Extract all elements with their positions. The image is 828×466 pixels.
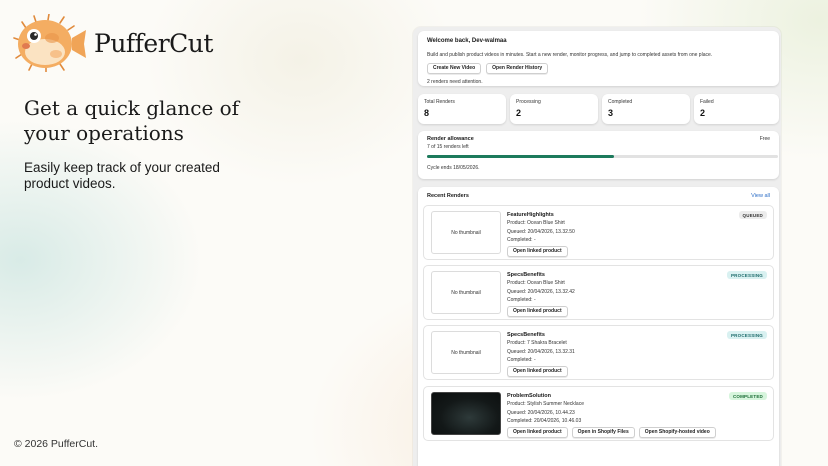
render-queued: Queued: 20/04/2026, 13.32.42 [507,288,575,295]
stat-label: Total Renders [424,99,455,105]
allowance-progress-fill [427,155,615,158]
stat-total-renders: Total Renders 8 [418,94,506,124]
open-linked-product-button[interactable]: Open linked product [507,246,568,258]
open-in-shopify-files-button[interactable]: Open in Shopify Files [571,427,635,439]
stat-value: 3 [608,108,614,118]
thumbnail-placeholder: No thumbnail [431,211,501,254]
attention-notice: 2 renders need attention. [427,79,483,85]
dashboard-panel: Welcome back, Dev-walmaa Build and publi… [413,27,781,466]
stat-completed: Completed 3 [602,94,690,124]
open-shopify-hosted-video-button[interactable]: Open Shopify-hosted video [638,427,716,439]
recent-renders-title: Recent Renders [427,193,469,199]
allowance-progress-bar [427,155,778,158]
status-badge: PROCESSING [726,271,767,279]
view-all-link[interactable]: View all [751,193,770,199]
thumbnail-placeholder: No thumbnail [431,331,501,374]
welcome-description: Build and publish product videos in minu… [427,52,713,58]
recent-renders-card: Recent Renders View all No thumbnail Fea… [418,187,779,466]
welcome-title: Welcome back, Dev-walmaa [427,38,507,44]
plan-label: Free [759,136,770,142]
status-badge: COMPLETED [728,392,767,400]
cycle-end: Cycle ends 18/05/2026. [427,165,480,171]
open-linked-product-button[interactable]: Open linked product [507,366,568,378]
render-title: SpecsBenefits [507,272,545,278]
render-product: Product: Ocean Blue Shirt [507,280,565,287]
render-item: ProblemSolution Product: Stylish Summer … [423,386,774,441]
create-new-video-button[interactable]: Create New Video [427,63,482,74]
stat-value: 2 [516,108,522,118]
render-title: ProblemSolution [507,393,551,399]
marketing-column: PufferCut Get a quick glance of your ope… [0,0,400,466]
render-completed: Completed: - [507,237,536,244]
welcome-card: Welcome back, Dev-walmaa Build and publi… [418,31,779,86]
video-thumbnail[interactable] [431,392,501,435]
copyright: © 2026 PufferCut. [14,438,99,450]
hero-headline: Get a quick glance of your operations [24,96,240,145]
render-completed: Completed: - [507,357,536,364]
allowance-title: Render allowance [427,136,474,142]
render-product: Product: Stylish Summer Necklace [507,401,584,408]
render-allowance-card: Render allowance Free 7 of 15 renders le… [418,131,779,179]
stat-label: Failed [700,99,714,105]
stat-value: 2 [700,108,706,118]
render-queued: Queued: 20/04/2026, 10.44.23 [507,409,575,416]
welcome-actions: Create New Video Open Render History [427,63,770,74]
render-product: Product: Ocean Blue Shirt [507,220,565,227]
open-linked-product-button[interactable]: Open linked product [507,427,568,439]
stat-label: Processing [516,99,541,105]
brand: PufferCut [12,14,213,72]
hero-subline: Easily keep track of your created produc… [24,160,220,191]
render-item: No thumbnail SpecsBenefits Product: 7 Sh… [423,325,774,380]
render-queued: Queued: 20/04/2026, 13.32.50 [507,228,575,235]
render-title: SpecsBenefits [507,332,545,338]
status-badge: QUEUED [738,211,767,219]
open-linked-product-button[interactable]: Open linked product [507,306,568,318]
stat-label: Completed [608,99,633,105]
render-item: No thumbnail FeatureHighlights Product: … [423,205,774,260]
stat-processing: Processing 2 [510,94,598,124]
render-completed: Completed: - [507,297,536,304]
open-render-history-button[interactable]: Open Render History [486,63,549,74]
renders-left: 7 of 15 renders left [427,144,469,150]
render-title: FeatureHighlights [507,212,554,218]
stat-value: 8 [424,108,430,118]
brand-name: PufferCut [94,28,213,58]
render-product: Product: 7 Shakra Bracelet [507,340,567,347]
render-queued: Queued: 20/04/2026, 13.32.31 [507,348,575,355]
pufferfish-logo-icon [13,14,86,72]
render-completed: Completed: 20/04/2026, 10.46.03 [507,418,582,425]
thumbnail-placeholder: No thumbnail [431,271,501,314]
status-badge: PROCESSING [726,331,767,339]
stat-failed: Failed 2 [694,94,779,124]
render-item: No thumbnail SpecsBenefits Product: Ocea… [423,265,774,320]
